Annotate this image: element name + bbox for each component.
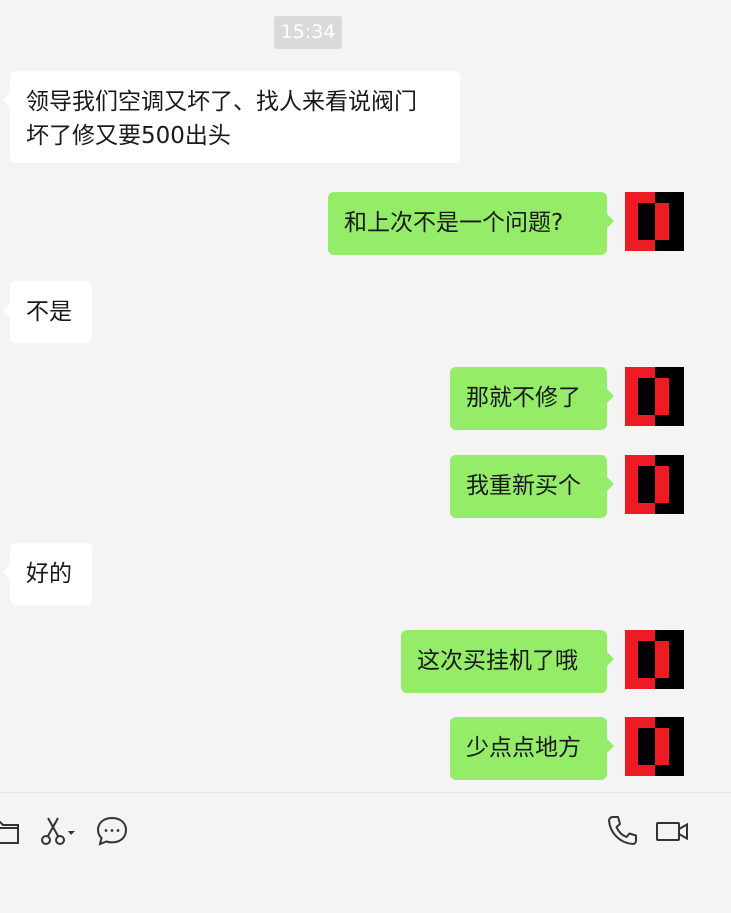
folder-icon[interactable] (0, 813, 22, 849)
own-avatar[interactable] (625, 455, 684, 514)
message-text: 不是 (26, 299, 72, 325)
message-text: 好的 (26, 561, 72, 587)
phone-icon[interactable] (604, 813, 640, 849)
own-avatar[interactable] (625, 717, 684, 776)
own-avatar[interactable] (625, 630, 684, 689)
video-call-icon[interactable] (654, 813, 692, 849)
incoming-message-bubble[interactable]: 好的 (3, 543, 92, 605)
own-avatar[interactable] (625, 367, 684, 426)
outgoing-message-bubble[interactable]: 少点点地方 (450, 717, 614, 780)
incoming-message-bubble[interactable]: 领导我们空调又坏了、找人来看说阀门 坏了修又要500出头 (3, 71, 460, 163)
message-text: 那就不修了 (466, 385, 581, 411)
input-toolbar (0, 793, 731, 913)
message-timestamp: 15:34 (274, 16, 342, 49)
outgoing-message-bubble[interactable]: 这次买挂机了哦 (401, 630, 614, 693)
message-text-line: 坏了修又要500出头 (26, 123, 231, 149)
message-text: 和上次不是一个问题? (344, 210, 564, 236)
message-text-line: 领导我们空调又坏了、找人来看说阀门 (26, 89, 417, 115)
scissors-icon[interactable] (38, 813, 78, 849)
incoming-message-bubble[interactable]: 不是 (3, 281, 92, 343)
outgoing-message-bubble[interactable]: 和上次不是一个问题? (328, 192, 614, 255)
outgoing-message-bubble[interactable]: 我重新买个 (450, 455, 614, 518)
chat-history-icon[interactable] (94, 813, 130, 849)
message-text: 我重新买个 (466, 473, 581, 499)
outgoing-message-bubble[interactable]: 那就不修了 (450, 367, 614, 430)
message-text: 这次买挂机了哦 (417, 648, 578, 674)
own-avatar[interactable] (625, 192, 684, 251)
chat-message-area[interactable]: 15:34 领导我们空调又坏了、找人来看说阀门 坏了修又要500出头 和上次不是… (0, 0, 731, 792)
message-text: 少点点地方 (466, 735, 581, 761)
